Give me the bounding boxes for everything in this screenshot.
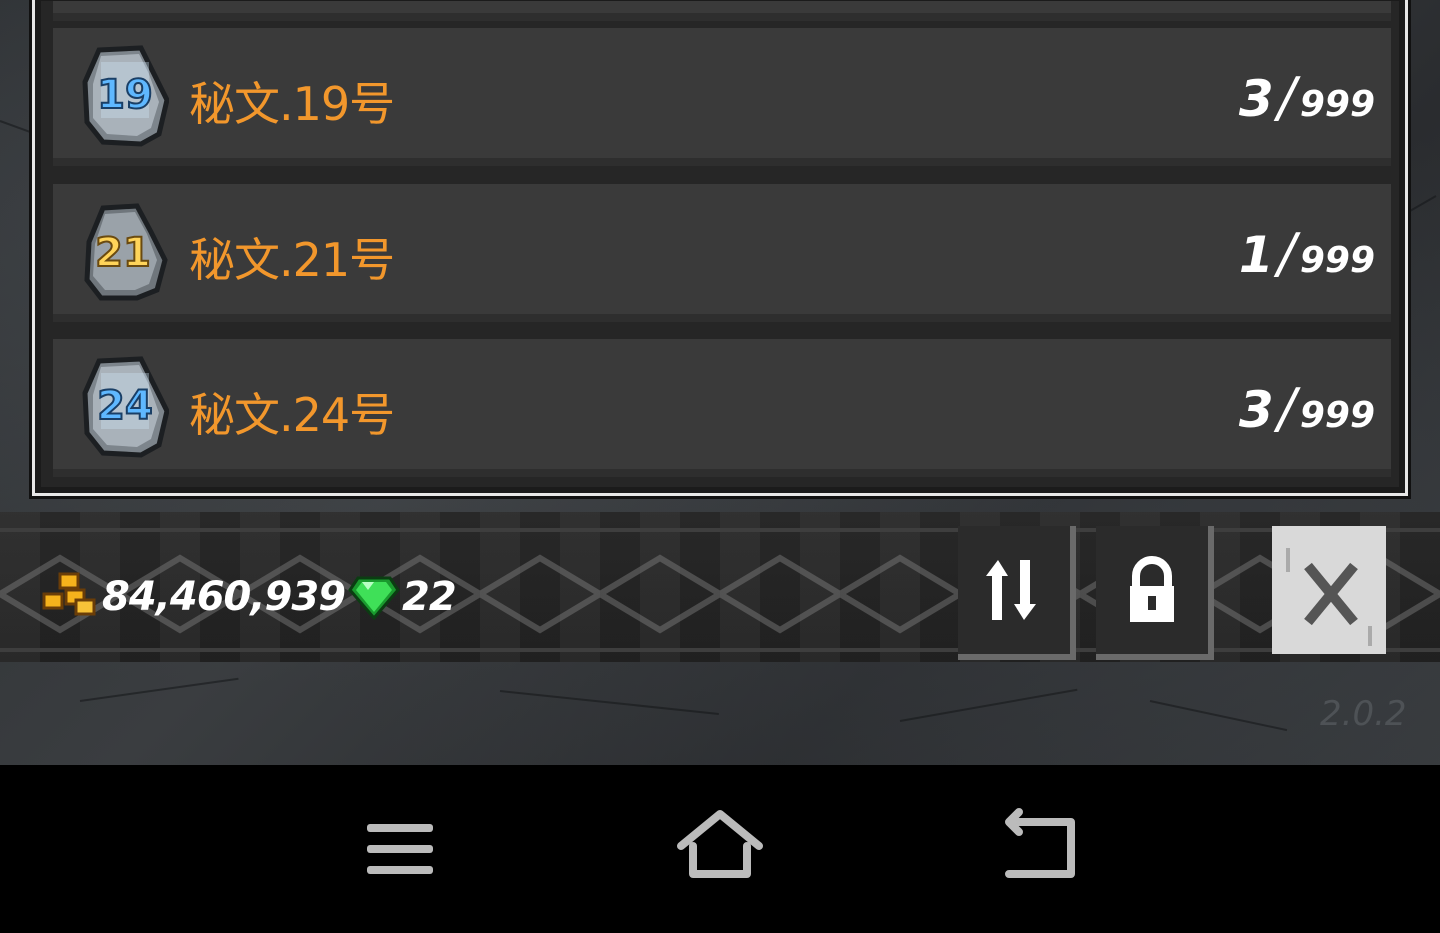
gold-amount: 84,460,939 xyxy=(102,574,346,620)
lock-icon xyxy=(1130,556,1174,622)
rune-stone-icon: 19 xyxy=(82,45,169,147)
home-icon[interactable] xyxy=(665,794,775,904)
sort-icon xyxy=(986,560,1036,620)
close-icon xyxy=(1286,548,1372,646)
svg-text:21: 21 xyxy=(95,230,151,276)
item-count: 3/999 xyxy=(1238,66,1375,129)
gem-amount: 22 xyxy=(402,574,457,620)
lock-button[interactable] xyxy=(1096,526,1214,660)
gem-icon xyxy=(348,576,400,621)
list-item[interactable]: 21 秘文.21号 1/999 xyxy=(53,184,1391,322)
item-name: 秘文.21号 xyxy=(189,233,395,287)
bar-divider xyxy=(0,528,1440,532)
rune-stone-icon: 24 xyxy=(82,356,169,458)
gold-icon xyxy=(42,572,96,616)
item-count: 3/999 xyxy=(1238,377,1375,440)
list-item[interactable]: 19 秘文.19号 3/999 xyxy=(53,28,1391,166)
item-count: 1/999 xyxy=(1238,222,1375,285)
item-name: 秘文.19号 xyxy=(189,77,395,131)
svg-text:24: 24 xyxy=(97,383,153,429)
item-list[interactable]: 19 秘文.19号 3/999 21 秘文.21号 1/999 24 秘文.24… xyxy=(41,1,1399,487)
close-button[interactable] xyxy=(1272,526,1386,654)
back-icon[interactable] xyxy=(985,794,1095,904)
list-item[interactable]: 24 秘文.24号 3/999 xyxy=(53,339,1391,477)
item-name: 秘文.24号 xyxy=(189,388,395,442)
svg-text:19: 19 xyxy=(97,72,153,118)
rune-stone-icon: 21 xyxy=(84,203,168,301)
list-item-partial xyxy=(53,1,1391,21)
version-label: 2.0.2 xyxy=(1320,694,1407,734)
item-list-panel: 19 秘文.19号 3/999 21 秘文.21号 1/999 24 秘文.24… xyxy=(32,0,1408,496)
menu-icon[interactable] xyxy=(345,794,455,904)
sort-button[interactable] xyxy=(958,526,1076,660)
bar-divider xyxy=(0,648,1440,652)
